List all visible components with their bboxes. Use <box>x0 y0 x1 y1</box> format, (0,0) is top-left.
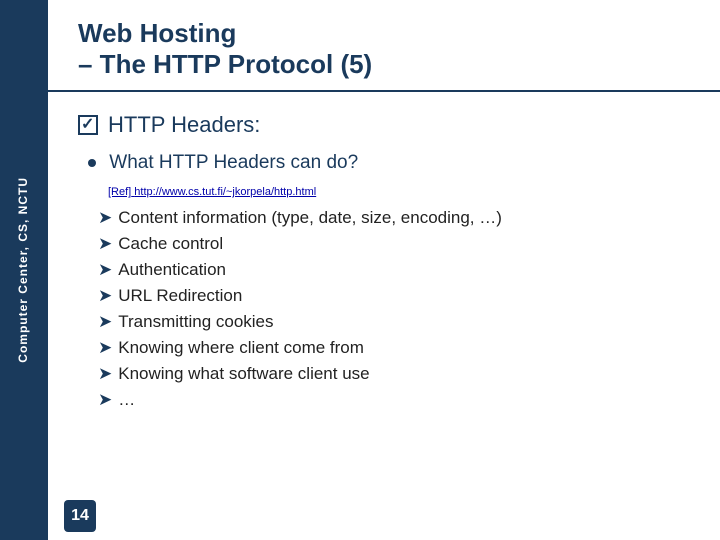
arrow-icon: ➤ <box>98 286 112 306</box>
list-item: ➤ URL Redirection <box>98 286 690 306</box>
sidebar-label: Computer Center, CS, NCTU <box>16 177 32 363</box>
list-item: ➤ Cache control <box>98 234 690 254</box>
header-line1: Web Hosting <box>78 18 236 48</box>
arrow-icon: ➤ <box>98 338 112 358</box>
list-item: ➤… <box>98 390 690 410</box>
ref-link[interactable]: [Ref] http://www.cs.tut.fi/~jkorpela/htt… <box>108 186 690 198</box>
list-item-text: Knowing where client come from <box>118 338 364 358</box>
ref-text: [Ref] <box>108 186 131 198</box>
list-item: ➤ Transmitting cookies <box>98 312 690 332</box>
list-item-text: Knowing what software client use <box>118 364 369 384</box>
header: Web Hosting – The HTTP Protocol (5) <box>48 0 720 92</box>
section-heading: HTTP Headers: <box>78 112 690 138</box>
checkbox-icon <box>78 115 98 135</box>
bullet-heading: What HTTP Headers can do? <box>88 152 690 174</box>
arrow-icon: ➤ <box>98 364 112 384</box>
arrow-icon: ➤ <box>98 312 112 332</box>
list-item: ➤ Content information (type, date, size, … <box>98 208 690 228</box>
main-content: Web Hosting – The HTTP Protocol (5) HTTP… <box>48 0 720 540</box>
list-item: ➤ Knowing where client come from <box>98 338 690 358</box>
header-title: Web Hosting – The HTTP Protocol (5) <box>78 18 690 80</box>
arrow-icon: ➤ <box>98 260 112 280</box>
list-item-text: URL Redirection <box>118 286 242 306</box>
list-item-text: Transmitting cookies <box>118 312 273 332</box>
subheading-text: What HTTP Headers can do? <box>109 152 358 173</box>
content-area: HTTP Headers: What HTTP Headers can do? … <box>48 92 720 492</box>
arrow-icon: ➤ <box>98 208 112 228</box>
bullet-point-icon <box>88 159 96 167</box>
section-heading-text: HTTP Headers: <box>108 112 260 138</box>
arrow-icon: ➤ <box>98 390 112 410</box>
list-item: ➤ Knowing what software client use <box>98 364 690 384</box>
list-item-text: … <box>118 390 135 410</box>
list-item: ➤ Authentication <box>98 260 690 280</box>
arrow-icon: ➤ <box>98 234 112 254</box>
header-line2: – The HTTP Protocol (5) <box>78 49 372 79</box>
list-item-text: Authentication <box>118 260 226 280</box>
list-item-text: Cache control <box>118 234 223 254</box>
list-item-text: Content information (type, date, size, e… <box>118 208 502 228</box>
sidebar: Computer Center, CS, NCTU <box>0 0 48 540</box>
items-list: ➤ Content information (type, date, size, … <box>98 208 690 410</box>
ref-url: http://www.cs.tut.fi/~jkorpela/http.html <box>134 186 316 198</box>
page-number: 14 <box>64 500 96 532</box>
footer: 14 <box>48 492 720 540</box>
